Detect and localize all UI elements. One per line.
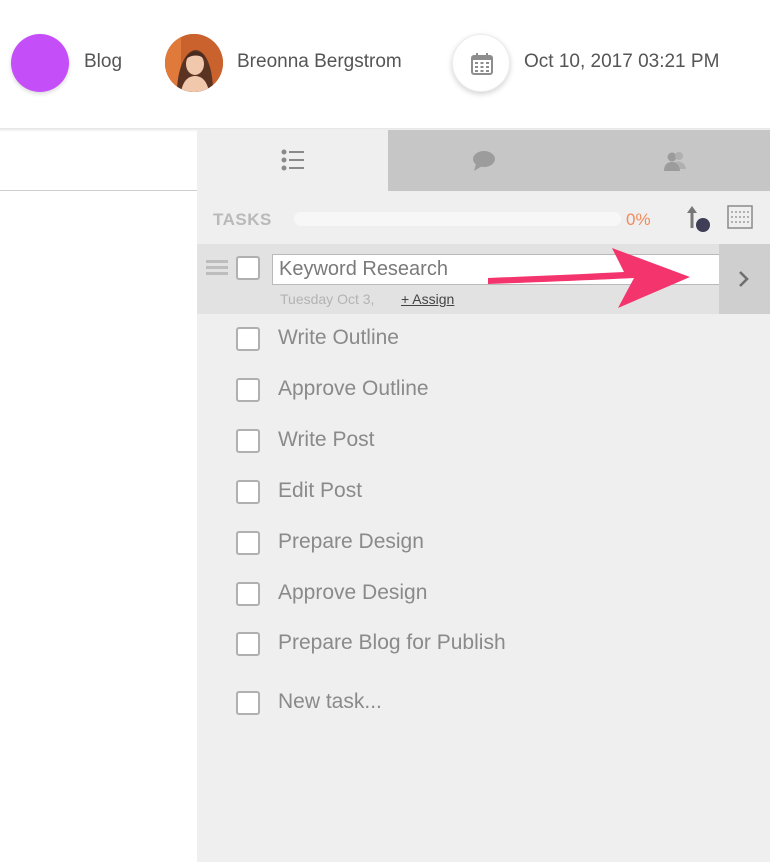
category-label[interactable]: Blog bbox=[84, 51, 122, 73]
task-row[interactable]: Prepare Blog for Publish bbox=[197, 619, 770, 669]
user-name[interactable]: Breonna Bergstrom bbox=[237, 51, 402, 73]
tasks-sidebar: TASKS 0% Tuesday Oct 3, + Assign Write O… bbox=[197, 130, 770, 862]
task-row[interactable]: Write Outline bbox=[197, 314, 770, 364]
task-title[interactable]: Edit Post bbox=[278, 479, 362, 503]
annotation-arrow-icon bbox=[488, 248, 690, 308]
tab-comments[interactable] bbox=[388, 130, 579, 191]
task-title[interactable]: Write Outline bbox=[278, 326, 399, 350]
task-details-button[interactable] bbox=[719, 244, 770, 314]
task-checkbox[interactable] bbox=[236, 480, 260, 504]
task-row[interactable]: Edit Post bbox=[197, 467, 770, 517]
task-checkbox[interactable] bbox=[236, 327, 260, 351]
task-title[interactable]: Approve Design bbox=[278, 581, 427, 605]
task-row[interactable]: Approve Design bbox=[197, 569, 770, 619]
task-grid-icon[interactable] bbox=[727, 205, 753, 229]
user-avatar[interactable] bbox=[165, 34, 223, 92]
chat-bubble-icon bbox=[473, 151, 495, 171]
task-row[interactable]: Prepare Design bbox=[197, 518, 770, 568]
task-checkbox[interactable] bbox=[236, 256, 260, 280]
top-header: Blog Breonna Bergstrom Oct 10, 2017 03:2… bbox=[0, 0, 770, 128]
task-row[interactable]: Approve Outline bbox=[197, 365, 770, 415]
task-title[interactable]: Prepare Design bbox=[278, 530, 424, 554]
task-checkbox[interactable] bbox=[236, 632, 260, 656]
sidebar-tabs bbox=[197, 130, 770, 191]
task-row[interactable]: Write Post bbox=[197, 416, 770, 466]
task-checkbox[interactable] bbox=[236, 429, 260, 453]
tasks-progress-bar bbox=[294, 212, 621, 226]
task-due-date: Tuesday Oct 3, bbox=[280, 291, 375, 307]
tab-tasks[interactable] bbox=[197, 130, 388, 191]
new-task-row[interactable]: New task... bbox=[197, 678, 770, 728]
category-color-dot[interactable] bbox=[11, 34, 69, 92]
task-title[interactable]: Write Post bbox=[278, 428, 374, 452]
tasks-progress-percent: 0% bbox=[626, 210, 651, 229]
tasks-heading: TASKS bbox=[213, 210, 272, 229]
assign-link[interactable]: + Assign bbox=[401, 291, 454, 307]
tab-people[interactable] bbox=[579, 130, 770, 191]
task-title[interactable]: Approve Outline bbox=[278, 377, 429, 401]
due-date-text[interactable]: Oct 10, 2017 03:21 PM bbox=[524, 51, 719, 73]
drag-handle-icon[interactable] bbox=[206, 260, 228, 278]
task-checkbox[interactable] bbox=[236, 531, 260, 555]
calendar-icon bbox=[471, 53, 493, 75]
sort-icon[interactable] bbox=[685, 204, 711, 234]
list-icon bbox=[281, 149, 304, 171]
due-date-button[interactable] bbox=[452, 34, 510, 92]
chevron-right-icon bbox=[739, 271, 749, 287]
content-divider bbox=[0, 190, 197, 191]
task-checkbox[interactable] bbox=[236, 582, 260, 606]
new-task-input[interactable]: New task... bbox=[278, 690, 382, 714]
people-icon bbox=[664, 152, 686, 171]
task-checkbox[interactable] bbox=[236, 378, 260, 402]
task-title[interactable]: Prepare Blog for Publish bbox=[278, 631, 506, 655]
task-checkbox bbox=[236, 691, 260, 715]
